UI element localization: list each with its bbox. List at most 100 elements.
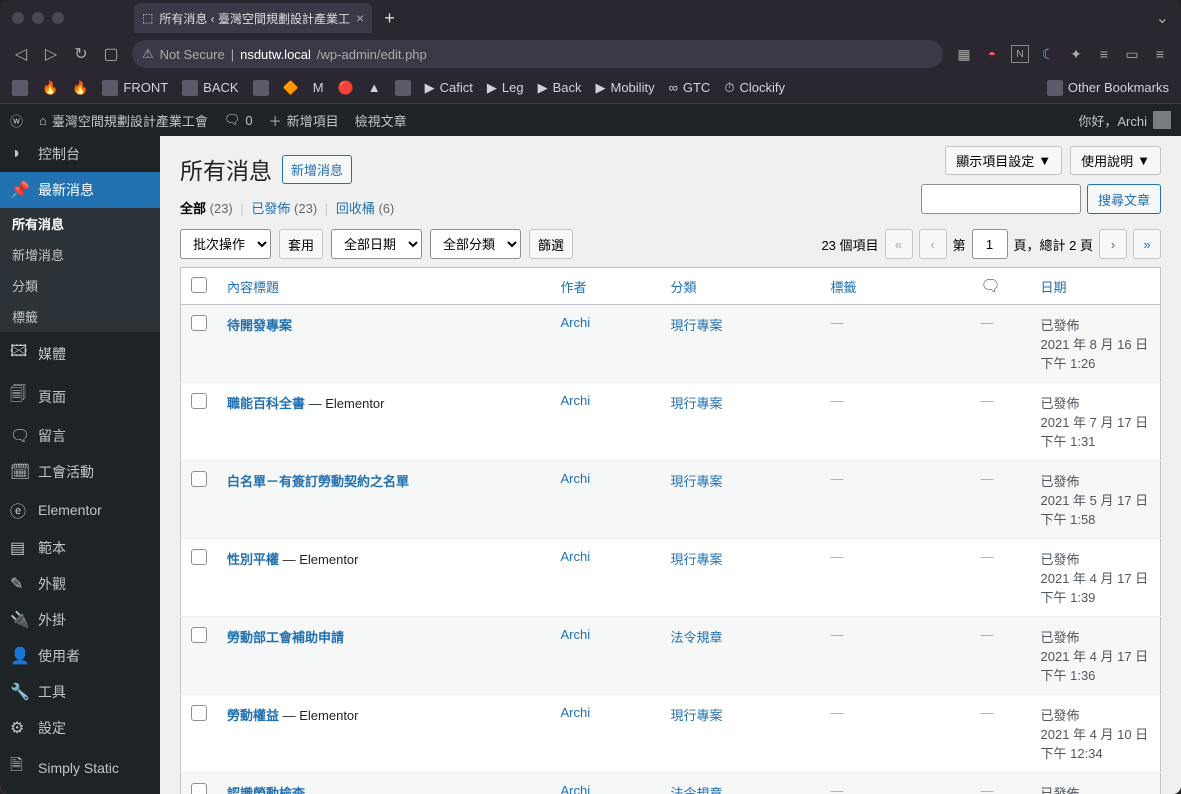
category-filter-select[interactable]: 全部分類 — [430, 229, 521, 259]
back-icon[interactable]: ◁ — [12, 44, 30, 64]
category-link[interactable]: 現行專案 — [671, 708, 723, 723]
page-number-input[interactable] — [972, 229, 1008, 259]
sidebar-item-media[interactable]: 🖾媒體 — [0, 332, 160, 375]
filter-trash[interactable]: 回收桶 — [336, 201, 375, 216]
sidebar-sub-tags[interactable]: 標籤 — [0, 301, 160, 332]
sidebar-sub-new[interactable]: 新增消息 — [0, 239, 160, 270]
author-link[interactable]: Archi — [561, 627, 591, 642]
bookmark-item[interactable]: ▶ Leg — [487, 80, 524, 96]
next-page-icon[interactable]: › — [1099, 229, 1127, 259]
post-title-link[interactable]: 性別平權 — Elementor — [227, 552, 359, 567]
close-window-icon[interactable] — [12, 12, 24, 24]
moon-icon[interactable]: ☾ — [1039, 45, 1057, 63]
filter-all[interactable]: 全部 — [180, 201, 206, 216]
bookmark-item[interactable]: ∞ GTC — [669, 80, 711, 95]
help-button[interactable]: 使用說明 ▼ — [1070, 146, 1161, 175]
col-comments[interactable]: 🗨 — [971, 268, 1031, 305]
extensions-icon[interactable]: ✦ — [1067, 45, 1085, 63]
post-title-link[interactable]: 勞動部工會補助申請 — [227, 630, 344, 645]
bookmark-item[interactable]: ▶ Back — [538, 80, 582, 96]
col-categories[interactable]: 分類 — [661, 268, 821, 305]
select-all-checkbox[interactable] — [191, 277, 207, 293]
other-bookmarks[interactable]: Other Bookmarks — [1047, 80, 1169, 96]
category-link[interactable]: 現行專案 — [671, 474, 723, 489]
reading-list-icon[interactable]: ≡ — [1095, 45, 1113, 63]
bookmark-item[interactable]: M — [313, 80, 324, 95]
sidebar-item-settings[interactable]: ⚙設定 — [0, 710, 160, 746]
col-title[interactable]: 內容標題 — [217, 268, 551, 305]
new-tab-button[interactable]: + — [384, 8, 395, 29]
url-bar[interactable]: ⚠ Not Secure | nsdutw.local/wp-admin/edi… — [132, 40, 943, 68]
sidebar-item-wordfence[interactable]: ◎Wordfence1 — [0, 789, 160, 794]
bookmark-item[interactable]: FRONT — [102, 80, 168, 96]
col-date[interactable]: 日期 — [1031, 268, 1161, 305]
category-link[interactable]: 現行專案 — [671, 552, 723, 567]
row-checkbox[interactable] — [191, 627, 207, 643]
post-title-link[interactable]: 勞動權益 — Elementor — [227, 708, 359, 723]
bookmark-item[interactable]: ⏱ Clockify — [724, 80, 785, 96]
bookmark-item[interactable]: ▶ Mobility — [596, 80, 655, 96]
bookmark-item[interactable]: 🔥 — [72, 80, 88, 96]
bookmark-item[interactable]: ▲ — [368, 80, 381, 95]
date-filter-select[interactable]: 全部日期 — [331, 229, 422, 259]
post-title-link[interactable]: 待開發專案 — [227, 318, 292, 333]
filter-published[interactable]: 已發佈 — [251, 201, 290, 216]
author-link[interactable]: Archi — [561, 783, 591, 794]
bookmark-item[interactable] — [12, 80, 28, 96]
zoom-window-icon[interactable] — [52, 12, 64, 24]
browser-tab[interactable]: ⬚ 所有消息 ‹ 臺灣空間規劃設計產業工 × — [134, 3, 372, 33]
bookmark-item[interactable]: ▶ Cafict — [425, 80, 473, 96]
category-link[interactable]: 現行專案 — [671, 318, 723, 333]
add-new-button[interactable]: 新增消息 — [282, 155, 352, 184]
forward-icon[interactable]: ▷ — [42, 44, 60, 64]
sidebar-item-events[interactable]: 🗓工會活動 — [0, 454, 160, 490]
bookmark-item[interactable]: 🔥 — [42, 80, 58, 96]
post-title-link[interactable]: 職能百科全書 — Elementor — [227, 396, 385, 411]
last-page-icon[interactable]: » — [1133, 229, 1161, 259]
sidebar-item-appearance[interactable]: ✎外觀 — [0, 566, 160, 602]
close-tab-icon[interactable]: × — [356, 10, 364, 26]
bookmark-item[interactable]: BACK — [182, 80, 238, 96]
search-input[interactable] — [921, 184, 1081, 214]
search-button[interactable]: 搜尋文章 — [1087, 184, 1161, 214]
wp-logo-icon[interactable]: ⓦ — [10, 111, 23, 130]
bookmark-item[interactable]: 🔶 — [283, 80, 299, 96]
author-link[interactable]: Archi — [561, 549, 591, 564]
post-title-link[interactable]: 白名單－有簽訂勞動契約之名單 — [227, 474, 409, 489]
screen-options-button[interactable]: 顯示項目設定 ▼ — [945, 146, 1062, 175]
new-content[interactable]: ＋ 新增項目 — [269, 111, 339, 130]
sidebar-item-users[interactable]: 👤使用者 — [0, 638, 160, 674]
sidebar-item-dashboard[interactable]: ◑控制台 — [0, 136, 160, 172]
bulk-actions-select[interactable]: 批次操作 — [180, 229, 271, 259]
menu-icon[interactable]: ≡ — [1151, 45, 1169, 63]
site-name[interactable]: ⌂ 臺灣空間規劃設計產業工會 — [39, 111, 208, 130]
notion-icon[interactable]: N — [1011, 45, 1029, 63]
row-checkbox[interactable] — [191, 315, 207, 331]
bookmark-item[interactable]: 🔴 — [338, 80, 354, 96]
row-checkbox[interactable] — [191, 393, 207, 409]
sidebar-item-pages[interactable]: 🗐頁面 — [0, 375, 160, 418]
view-post[interactable]: 檢視文章 — [355, 111, 407, 130]
apply-button[interactable]: 套用 — [279, 229, 323, 259]
filter-button[interactable]: 篩選 — [529, 229, 573, 259]
restore-icon[interactable]: ▭ — [1123, 45, 1141, 63]
sidebar-sub-all[interactable]: 所有消息 — [0, 208, 160, 239]
sidebar-item-simply-static[interactable]: 🗎Simply Static — [0, 746, 160, 789]
howdy[interactable]: 你好，Archi — [1078, 111, 1171, 130]
row-checkbox[interactable] — [191, 549, 207, 565]
qr-icon[interactable]: ▦ — [955, 45, 973, 63]
author-link[interactable]: Archi — [561, 471, 591, 486]
minimize-window-icon[interactable] — [32, 12, 44, 24]
sidebar-item-elementor[interactable]: ⓔElementor — [0, 490, 160, 530]
sidebar-item-tools[interactable]: 🔧工具 — [0, 674, 160, 710]
category-link[interactable]: 法令規章 — [671, 630, 723, 645]
sidebar-item-posts[interactable]: 📌最新消息 — [0, 172, 160, 208]
bookmark-item[interactable] — [253, 80, 269, 96]
tabs-overflow-icon[interactable]: ⌄ — [1156, 8, 1169, 28]
col-tags[interactable]: 標籤 — [821, 268, 971, 305]
sidebar-item-comments[interactable]: 🗨留言 — [0, 418, 160, 454]
sidebar-item-plugins[interactable]: 🔌外掛 — [0, 602, 160, 638]
category-link[interactable]: 法令規章 — [671, 786, 723, 794]
post-title-link[interactable]: 認識勞動檢查 — [227, 786, 305, 794]
reload-icon[interactable]: ↻ — [72, 44, 90, 64]
